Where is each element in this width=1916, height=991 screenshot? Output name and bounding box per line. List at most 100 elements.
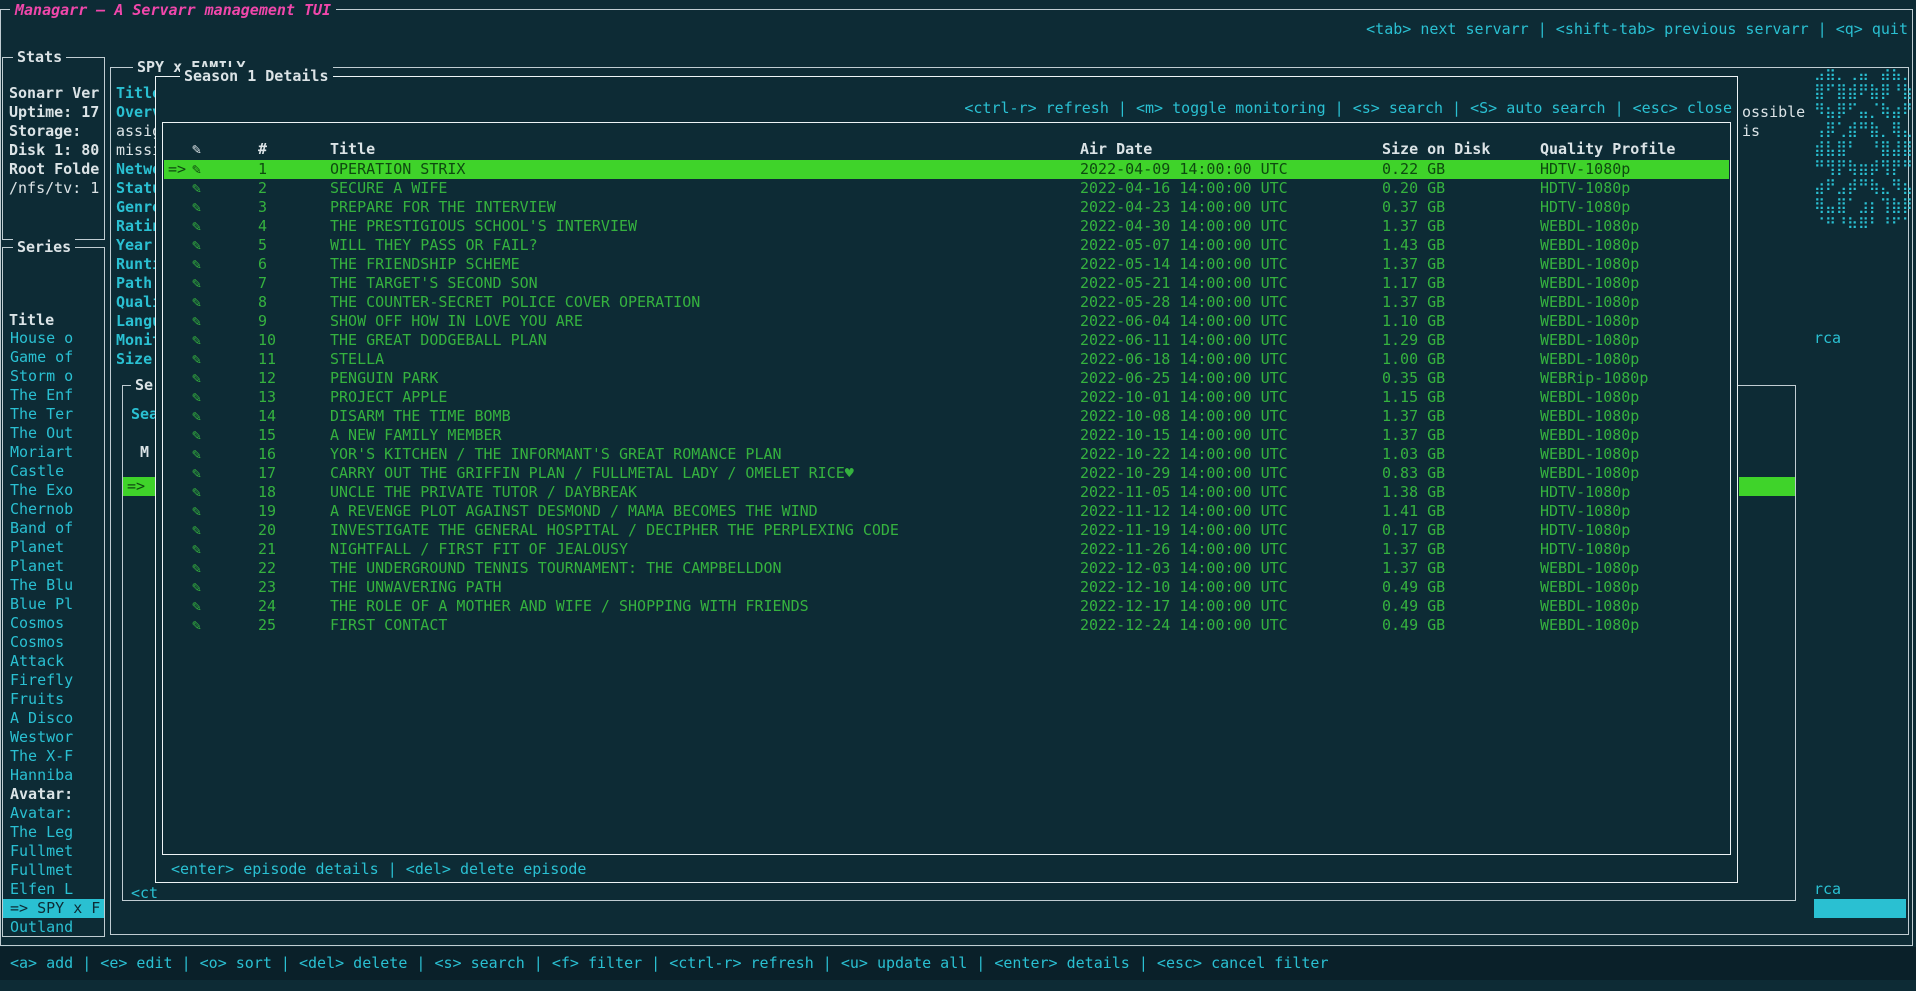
edit-pencil-icon[interactable]: ✎ bbox=[192, 198, 258, 217]
series-list-item[interactable]: Cosmos bbox=[3, 614, 104, 633]
edit-pencil-icon[interactable]: ✎ bbox=[192, 236, 258, 255]
episode-row[interactable]: ✎ 2 SECURE A WIFE 2022-04-16 14:00:00 UT… bbox=[164, 179, 1729, 198]
series-list-item[interactable]: Band of bbox=[3, 519, 104, 538]
edit-pencil-icon[interactable]: ✎ bbox=[192, 445, 258, 464]
edit-pencil-icon[interactable]: ✎ bbox=[192, 616, 258, 635]
series-list-item[interactable]: Cosmos bbox=[3, 633, 104, 652]
episode-row[interactable]: ✎ 18 UNCLE THE PRIVATE TUTOR / DAYBREAK … bbox=[164, 483, 1729, 502]
series-list-item[interactable]: Outland bbox=[3, 918, 104, 937]
series-list-item[interactable]: Blue Pl bbox=[3, 595, 104, 614]
episode-row[interactable]: ✎ 4 THE PRESTIGIOUS SCHOOL'S INTERVIEW 2… bbox=[164, 217, 1729, 236]
episode-row[interactable]: ✎ 10 THE GREAT DODGEBALL PLAN 2022-06-11… bbox=[164, 331, 1729, 350]
edit-pencil-icon[interactable]: ✎ bbox=[192, 502, 258, 521]
episode-row[interactable]: ✎ 13 PROJECT APPLE 2022-10-01 14:00:00 U… bbox=[164, 388, 1729, 407]
episode-size: 0.49 GB bbox=[1382, 578, 1540, 597]
edit-pencil-icon[interactable]: ✎ bbox=[192, 597, 258, 616]
series-list-item[interactable]: Game of bbox=[3, 348, 104, 367]
series-list-item[interactable]: Westwor bbox=[3, 728, 104, 747]
edit-pencil-icon[interactable]: ✎ bbox=[192, 483, 258, 502]
series-list-item[interactable]: The Blu bbox=[3, 576, 104, 595]
edit-pencil-icon[interactable]: ✎ bbox=[192, 578, 258, 597]
episode-row[interactable]: ✎ 7 THE TARGET'S SECOND SON 2022-05-21 1… bbox=[164, 274, 1729, 293]
edit-pencil-icon[interactable]: ✎ bbox=[192, 369, 258, 388]
episode-row[interactable]: ✎ 15 A NEW FAMILY MEMBER 2022-10-15 14:0… bbox=[164, 426, 1729, 445]
episode-row[interactable]: ✎ 23 THE UNWAVERING PATH 2022-12-10 14:0… bbox=[164, 578, 1729, 597]
series-list-item[interactable]: => SPY x F bbox=[3, 899, 104, 918]
series-list-item[interactable]: The Out bbox=[3, 424, 104, 443]
edit-pencil-icon[interactable]: ✎ bbox=[192, 255, 258, 274]
edit-pencil-icon[interactable]: ✎ bbox=[192, 179, 258, 198]
series-list-item[interactable]: Elfen L bbox=[3, 880, 104, 899]
edit-pencil-icon[interactable]: ✎ bbox=[192, 293, 258, 312]
edit-pencil-icon[interactable]: ✎ bbox=[192, 521, 258, 540]
series-list-item[interactable]: Planet bbox=[3, 557, 104, 576]
episode-row[interactable]: ✎ 21 NIGHTFALL / FIRST FIT OF JEALOUSY 2… bbox=[164, 540, 1729, 559]
episode-air-date: 2022-04-09 14:00:00 UTC bbox=[1080, 160, 1382, 179]
app-title: Managarr — A Servarr management TUI bbox=[10, 1, 336, 20]
episode-quality: WEBDL-1080p bbox=[1540, 597, 1729, 616]
episode-size: 1.37 GB bbox=[1382, 426, 1540, 445]
series-list-item[interactable]: Chernob bbox=[3, 500, 104, 519]
episode-quality: HDTV-1080p bbox=[1540, 198, 1729, 217]
episode-row[interactable]: ✎ 6 THE FRIENDSHIP SCHEME 2022-05-14 14:… bbox=[164, 255, 1729, 274]
series-list-item[interactable]: The Ter bbox=[3, 405, 104, 424]
episode-air-date: 2022-12-10 14:00:00 UTC bbox=[1080, 578, 1382, 597]
episode-size: 1.38 GB bbox=[1382, 483, 1540, 502]
stats-line: Sonarr Ver bbox=[9, 84, 102, 103]
episode-row[interactable]: ✎ 24 THE ROLE OF A MOTHER AND WIFE / SHO… bbox=[164, 597, 1729, 616]
episode-title: THE PRESTIGIOUS SCHOOL'S INTERVIEW bbox=[330, 217, 1080, 236]
poster-art-line: ⠻⣦⡿⠋⣤⡈⢷⣴⠟ bbox=[1814, 101, 1913, 120]
edit-pencil-icon[interactable]: ✎ bbox=[192, 559, 258, 578]
series-list-item[interactable]: Firefly bbox=[3, 671, 104, 690]
series-list-item[interactable]: Planet bbox=[3, 538, 104, 557]
episode-row[interactable]: ✎ 14 DISARM THE TIME BOMB 2022-10-08 14:… bbox=[164, 407, 1729, 426]
edit-pencil-icon[interactable]: ✎ bbox=[192, 350, 258, 369]
edit-pencil-icon[interactable]: ✎ bbox=[192, 217, 258, 236]
series-list-item[interactable]: House o bbox=[3, 329, 104, 348]
episode-title: THE GREAT DODGEBALL PLAN bbox=[330, 331, 1080, 350]
episode-row[interactable]: ✎ 8 THE COUNTER-SECRET POLICE COVER OPER… bbox=[164, 293, 1729, 312]
episode-row[interactable]: ✎ 20 INVESTIGATE THE GENERAL HOSPITAL / … bbox=[164, 521, 1729, 540]
series-list-item[interactable]: Fruits bbox=[3, 690, 104, 709]
edit-pencil-icon[interactable]: ✎ bbox=[192, 407, 258, 426]
episode-row[interactable]: ✎ 5 WILL THEY PASS OR FAIL? 2022-05-07 1… bbox=[164, 236, 1729, 255]
edit-pencil-icon[interactable]: ✎ bbox=[192, 426, 258, 445]
series-list-item[interactable]: Moriart bbox=[3, 443, 104, 462]
episode-row[interactable]: ✎ 17 CARRY OUT THE GRIFFIN PLAN / FULLME… bbox=[164, 464, 1729, 483]
column-header-title: Title bbox=[330, 140, 1080, 159]
series-list-item[interactable]: The Exo bbox=[3, 481, 104, 500]
episode-row[interactable]: ✎ 12 PENGUIN PARK 2022-06-25 14:00:00 UT… bbox=[164, 369, 1729, 388]
episode-row[interactable]: ✎ 16 YOR'S KITCHEN / THE INFORMANT'S GRE… bbox=[164, 445, 1729, 464]
episode-row[interactable]: ✎ 11 STELLA 2022-06-18 14:00:00 UTC 1.00… bbox=[164, 350, 1729, 369]
edit-pencil-icon[interactable]: ✎ bbox=[192, 312, 258, 331]
series-list-item[interactable]: Avatar: bbox=[3, 785, 104, 804]
series-panel-title: Series bbox=[13, 238, 75, 257]
edit-pencil-icon[interactable]: ✎ bbox=[192, 464, 258, 483]
edit-pencil-icon[interactable]: ✎ bbox=[192, 331, 258, 350]
episode-air-date: 2022-10-08 14:00:00 UTC bbox=[1080, 407, 1382, 426]
series-list-item[interactable]: Castle bbox=[3, 462, 104, 481]
overview-text-fragment: ossible bbox=[1742, 103, 1805, 122]
episode-row[interactable]: ✎ 9 SHOW OFF HOW IN LOVE YOU ARE 2022-06… bbox=[164, 312, 1729, 331]
episode-row[interactable]: ✎ 25 FIRST CONTACT 2022-12-24 14:00:00 U… bbox=[164, 616, 1729, 635]
series-list-item[interactable]: Storm o bbox=[3, 367, 104, 386]
series-list-item[interactable]: Hanniba bbox=[3, 766, 104, 785]
edit-pencil-icon[interactable]: ✎ bbox=[192, 160, 258, 179]
series-list-item[interactable]: Avatar: bbox=[3, 804, 104, 823]
series-list-item[interactable]: The X-F bbox=[3, 747, 104, 766]
episode-air-date: 2022-06-11 14:00:00 UTC bbox=[1080, 331, 1382, 350]
edit-pencil-icon[interactable]: ✎ bbox=[192, 274, 258, 293]
series-list-item[interactable]: A Disco bbox=[3, 709, 104, 728]
series-list-item[interactable]: Fullmet bbox=[3, 842, 104, 861]
edit-pencil-icon[interactable]: ✎ bbox=[192, 540, 258, 559]
episode-row[interactable]: ✎ 22 THE UNDERGROUND TENNIS TOURNAMENT: … bbox=[164, 559, 1729, 578]
series-list-item[interactable]: The Leg bbox=[3, 823, 104, 842]
episode-row[interactable]: => ✎ 1 OPERATION STRIX 2022-04-09 14:00:… bbox=[164, 160, 1729, 179]
series-list-item[interactable]: The Enf bbox=[3, 386, 104, 405]
episode-row[interactable]: ✎ 19 A REVENGE PLOT AGAINST DESMOND / MA… bbox=[164, 502, 1729, 521]
series-list-item[interactable]: Attack bbox=[3, 652, 104, 671]
season-details-title: Season 1 Details bbox=[180, 67, 333, 86]
series-list-item[interactable]: Fullmet bbox=[3, 861, 104, 880]
episode-row[interactable]: ✎ 3 PREPARE FOR THE INTERVIEW 2022-04-23… bbox=[164, 198, 1729, 217]
edit-pencil-icon[interactable]: ✎ bbox=[192, 388, 258, 407]
